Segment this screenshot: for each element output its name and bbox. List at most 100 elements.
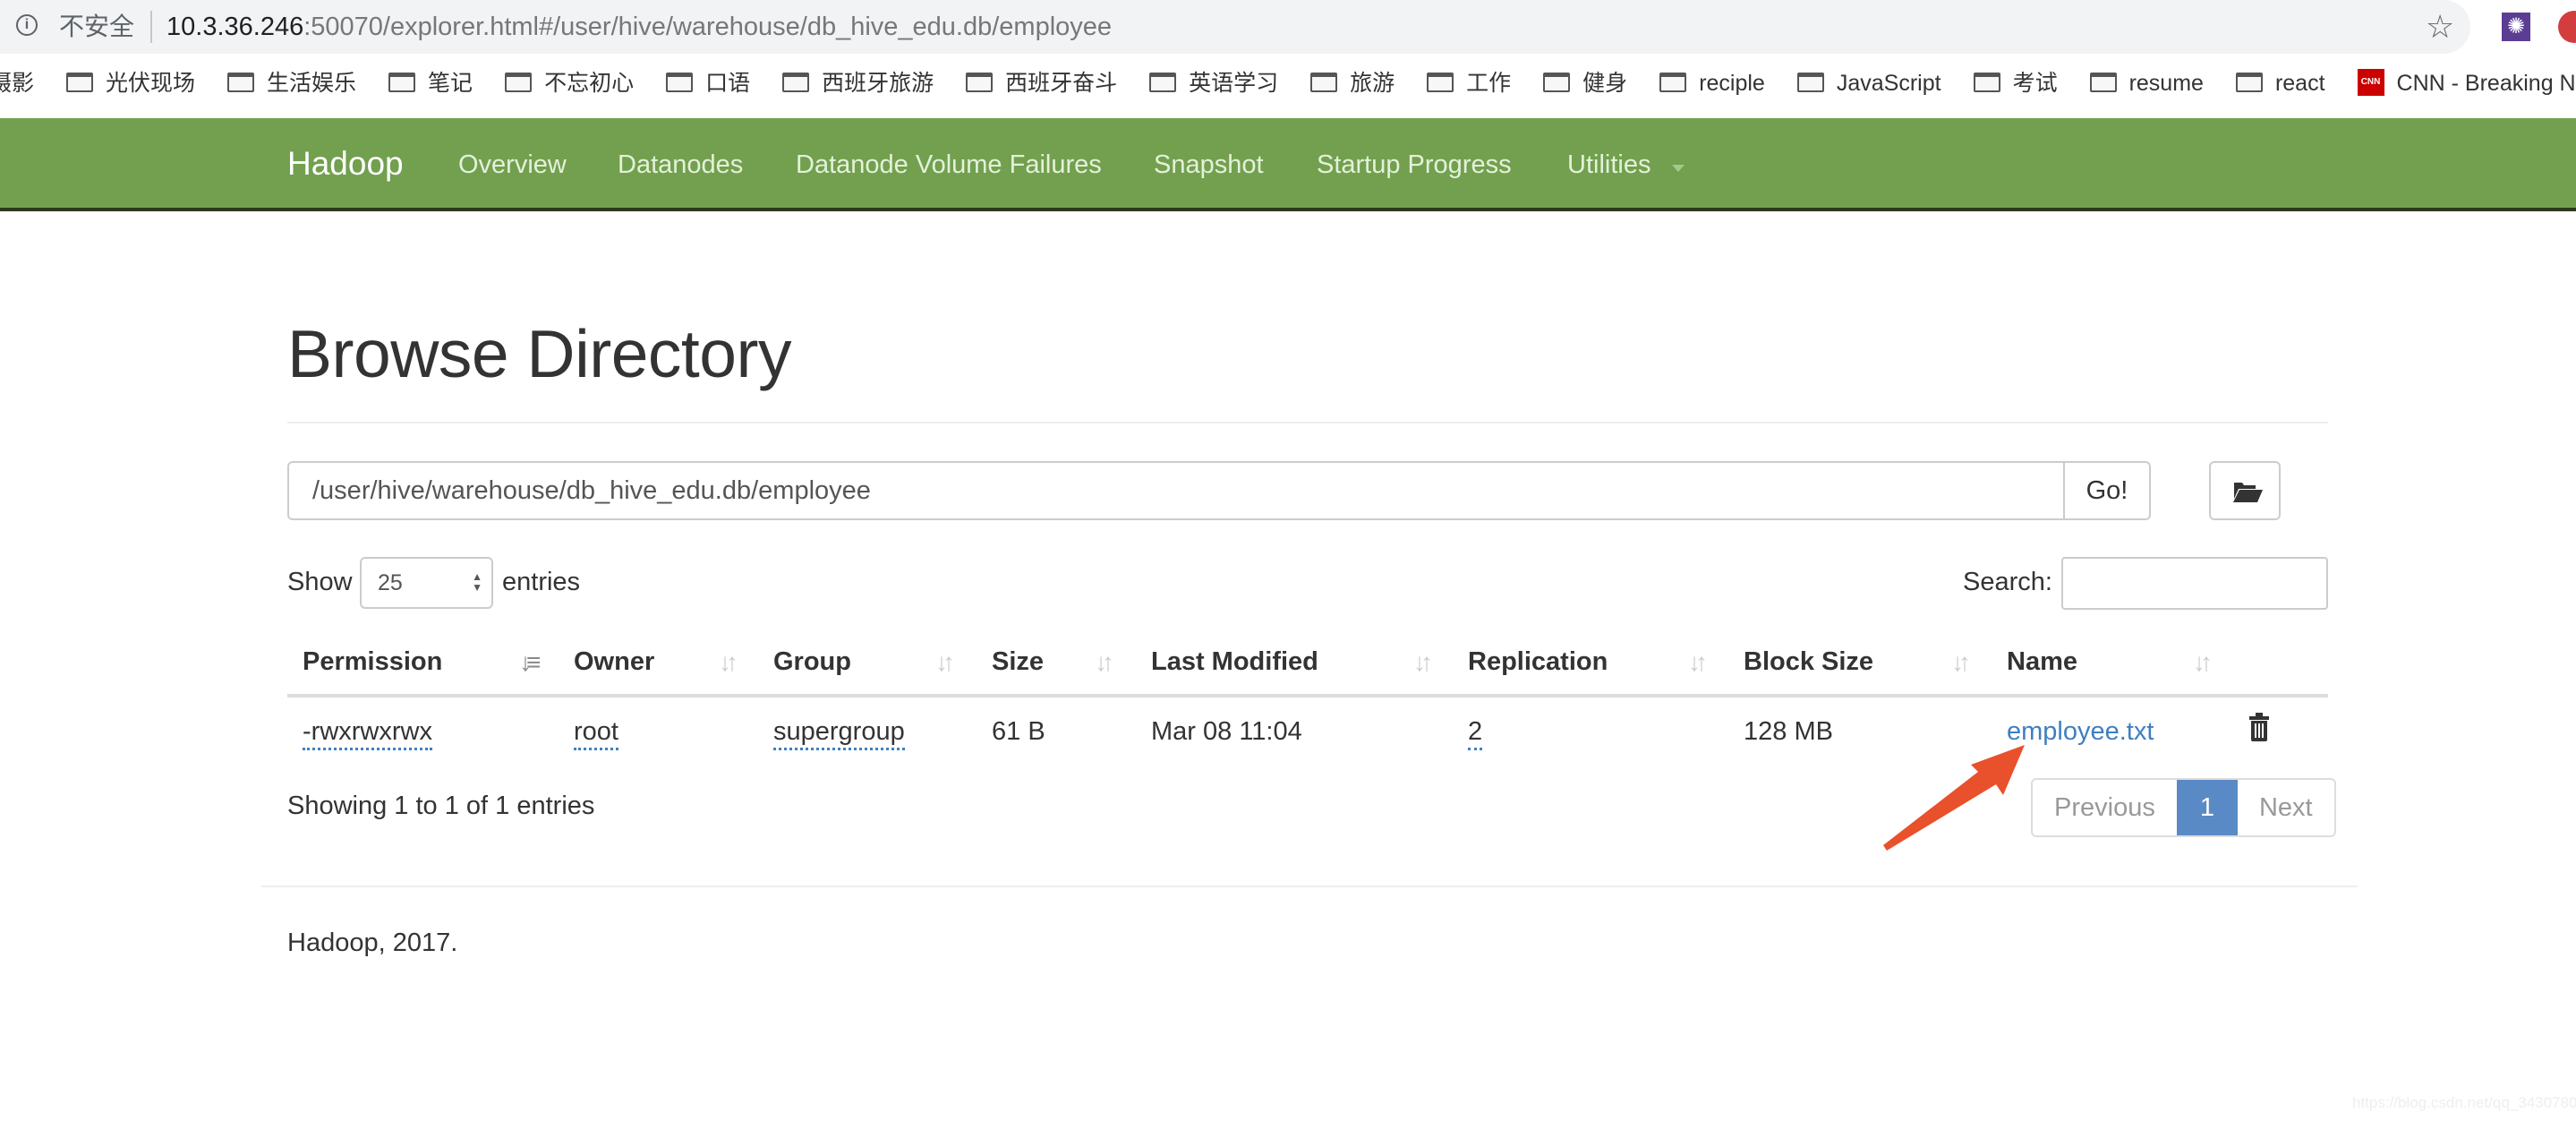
bookmark-item[interactable]: 光伏现场 [66, 63, 195, 104]
url-text[interactable]: 10.3.36.246:50070/explorer.html#/user/hi… [166, 9, 1112, 45]
bookmarks-bar: 摄影 光伏现场 生活娱乐 笔记 不忘初心 口语 西班牙旅游 西班牙奋斗 英语学习 旅游 工作 健身 re… [0, 63, 2576, 104]
replication-cell[interactable]: 2 [1468, 717, 1483, 750]
bookmark-label: 口语 [705, 71, 751, 96]
nav-datanode-volume-failures[interactable]: Datanode Volume Failures [796, 149, 1102, 181]
bookmark-item[interactable]: 不忘初心 [505, 63, 634, 104]
folder-icon [1543, 73, 1571, 93]
annotation-arrow-icon [1883, 745, 2025, 851]
folder-icon [66, 73, 94, 93]
sort-icon[interactable]: ↓↑ [935, 646, 955, 679]
footer-divider [261, 886, 2358, 887]
profile-icon[interactable] [2558, 11, 2576, 43]
folder-icon [782, 73, 810, 93]
bookmark-item[interactable]: 口语 [666, 63, 750, 104]
path-input[interactable]: /user/hive/warehouse/db_hive_edu.db/empl… [287, 461, 2065, 520]
bookmark-item[interactable]: JavaScript [1796, 63, 1941, 104]
bookmark-item[interactable]: 生活娱乐 [227, 63, 356, 104]
bookmark-item[interactable]: 健身 [1543, 63, 1627, 104]
bookmark-label: 摄影 [0, 71, 35, 96]
last-modified-cell: Mar 08 11:04 [1151, 717, 1302, 746]
bookmark-item[interactable]: CNN CNN - Breaking News [2357, 63, 2576, 104]
bookmark-label: 旅游 [1350, 71, 1395, 96]
folder-icon [1973, 73, 2000, 93]
entries-per-page-select[interactable]: 25 ▲ ▼ [360, 557, 493, 609]
bookmark-label: 光伏现场 [106, 71, 196, 96]
group-cell[interactable]: supergroup [773, 717, 905, 750]
entries-select-value: 25 [378, 570, 403, 595]
folder-icon [1796, 73, 1824, 93]
go-button[interactable]: Go! [2063, 461, 2151, 520]
bookmark-label: JavaScript [1836, 71, 1941, 96]
column-header-owner[interactable]: Owner [574, 644, 654, 680]
owner-cell[interactable]: root [574, 717, 618, 750]
bookmark-item[interactable]: 旅游 [1310, 63, 1395, 104]
search-input[interactable] [2061, 557, 2328, 610]
folder-icon [227, 73, 255, 93]
address-separator [150, 11, 152, 43]
sort-icon[interactable]: ↓↑ [1095, 646, 1114, 679]
page-title: Browse Directory [287, 316, 791, 391]
bookmark-item[interactable]: 笔记 [388, 63, 473, 104]
bookmark-label: 英语学习 [1189, 71, 1279, 96]
brand-link[interactable]: Hadoop [287, 145, 404, 183]
footer-text: Hadoop, 2017. [287, 928, 458, 957]
bookmark-item[interactable]: reciple [1659, 63, 1765, 104]
extension-icon[interactable]: ✺ [2502, 13, 2530, 41]
bookmark-item[interactable]: 英语学习 [1149, 63, 1278, 104]
folder-icon [966, 73, 994, 93]
page-1-button[interactable]: 1 [2176, 780, 2238, 835]
column-header-size[interactable]: Size [992, 644, 1044, 680]
search-label: Search: [1963, 568, 2052, 596]
info-icon[interactable]: i [16, 14, 38, 36]
column-header-block-size[interactable]: Block Size [1744, 644, 1873, 680]
column-header-name[interactable]: Name [2007, 644, 2077, 680]
nav-overview[interactable]: Overview [458, 149, 567, 181]
bookmark-item[interactable]: 考试 [1973, 63, 2058, 104]
trash-icon[interactable] [2248, 713, 2270, 741]
create-directory-button[interactable] [2209, 461, 2281, 520]
caret-down-icon[interactable] [1672, 165, 1685, 172]
cnn-icon: CNN [2357, 69, 2384, 97]
column-header-group[interactable]: Group [773, 644, 851, 680]
column-header-permission[interactable]: Permission [303, 644, 442, 680]
nav-startup-progress[interactable]: Startup Progress [1317, 149, 1512, 181]
previous-page-button[interactable]: Previous [2033, 780, 2177, 835]
url-path: :50070/explorer.html#/user/hive/warehous… [303, 13, 1113, 41]
sort-icon[interactable]: ↓↑ [1688, 646, 1708, 679]
sort-asc-icon[interactable]: ↓≡ [519, 646, 541, 679]
sort-icon[interactable]: ↓↑ [2193, 646, 2213, 679]
bookmark-star-icon[interactable]: ☆ [2426, 7, 2454, 47]
bookmark-label: react [2274, 71, 2325, 96]
sort-icon[interactable]: ↓↑ [1951, 646, 1971, 679]
folder-open-icon [2233, 483, 2263, 502]
bookmark-item[interactable]: 西班牙奋斗 [966, 63, 1117, 104]
folder-icon [505, 73, 533, 93]
watermark: https://blog.csdn.net/qq_34307801 [2352, 1094, 2576, 1111]
navbar: Hadoop Overview Datanodes Datanode Volum… [0, 118, 2576, 211]
nav-snapshot[interactable]: Snapshot [1154, 149, 1264, 181]
address-bar[interactable]: i 不安全 10.3.36.246:50070/explorer.html#/u… [0, 0, 2470, 54]
next-page-button[interactable]: Next [2238, 780, 2334, 835]
column-header-last-modified[interactable]: Last Modified [1151, 644, 1318, 680]
folder-icon [2089, 73, 2117, 93]
nav-datanodes[interactable]: Datanodes [618, 149, 743, 181]
bookmark-item[interactable]: react [2235, 63, 2325, 104]
bookmark-item[interactable]: resume [2089, 63, 2204, 104]
bookmark-label: CNN - Breaking News [2396, 71, 2576, 96]
nav-utilities[interactable]: Utilities [1567, 149, 1651, 181]
bookmark-item[interactable]: 工作 [1427, 63, 1511, 104]
show-label: Show [287, 568, 353, 596]
bookmark-label: reciple [1699, 71, 1765, 96]
sort-icon[interactable]: ↓↑ [1413, 646, 1433, 679]
permission-cell[interactable]: -rwxrwxrwx [303, 717, 432, 750]
bookmark-item[interactable]: 西班牙旅游 [782, 63, 934, 104]
sort-icon[interactable]: ↓↑ [719, 646, 738, 679]
column-header-replication[interactable]: Replication [1468, 644, 1608, 680]
entries-label: entries [502, 568, 581, 596]
bookmark-label: 生活娱乐 [267, 71, 357, 96]
bookmark-label: 笔记 [428, 71, 473, 96]
bookmark-item[interactable]: 摄影 [0, 63, 34, 104]
bookmark-label: 工作 [1466, 71, 1512, 96]
url-host: 10.3.36.246 [166, 13, 304, 41]
folder-icon [666, 73, 694, 93]
